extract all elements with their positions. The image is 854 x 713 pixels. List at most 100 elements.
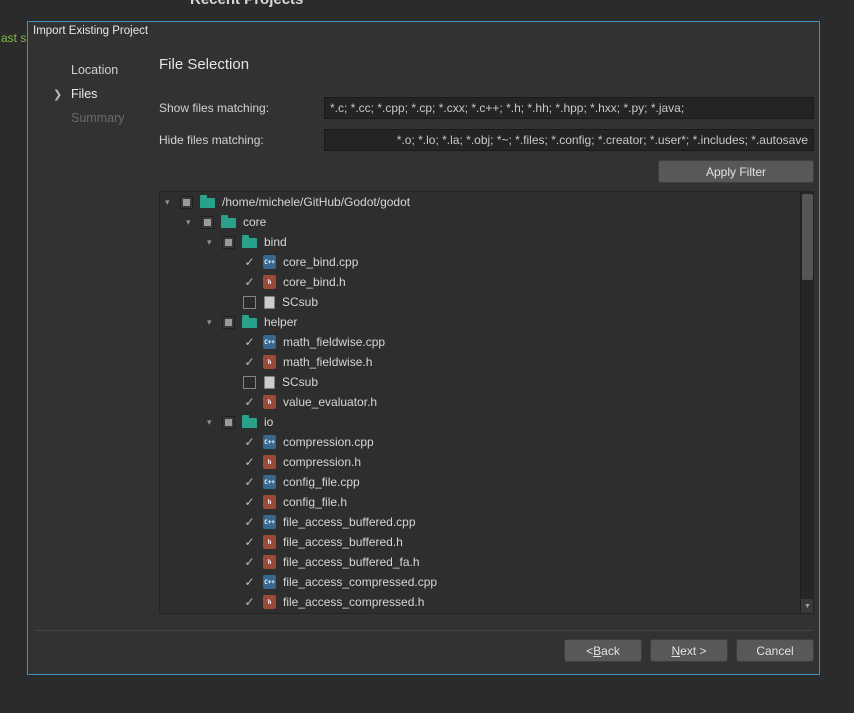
checkbox-partial[interactable] <box>201 216 214 229</box>
checkbox-unchecked[interactable] <box>243 296 256 309</box>
tree-row[interactable]: ✓ h file_access_buffered.h <box>160 532 800 552</box>
header-file-icon: h <box>263 355 276 369</box>
back-button[interactable]: < Back <box>564 639 642 662</box>
tree-item-label: core_bind.cpp <box>283 255 358 269</box>
file-icon <box>264 376 275 389</box>
checkbox-checked[interactable]: ✓ <box>243 556 256 569</box>
tree-row[interactable]: ✓C++config_file.cpp <box>160 472 800 492</box>
folder-icon <box>200 198 215 208</box>
tree-item-label: file_access_compressed.h <box>283 595 424 609</box>
checkbox-unchecked[interactable] <box>243 376 256 389</box>
tree-item-label: file_access_buffered_fa.h <box>283 555 420 569</box>
checkbox-checked[interactable]: ✓ <box>243 256 256 269</box>
expand-arrow-icon[interactable]: ▾ <box>186 217 201 228</box>
checkbox-checked[interactable]: ✓ <box>243 276 256 289</box>
button-label-part: ext > <box>680 644 706 658</box>
tree-row[interactable]: ✓hfile_access_compressed.h <box>160 592 800 612</box>
checkbox-checked[interactable]: ✓ <box>243 536 256 549</box>
dialog-titlebar[interactable]: Import Existing Project <box>28 22 819 42</box>
cpp-file-icon: C++ <box>263 255 276 269</box>
expand-arrow-icon[interactable]: ▾ <box>207 317 222 328</box>
file-icon <box>264 296 275 309</box>
scroll-down-button[interactable]: ▼ <box>801 599 814 613</box>
button-mnemonic: N <box>671 644 680 658</box>
tree-item-label: math_fieldwise.h <box>283 355 372 369</box>
show-files-input[interactable]: *.c; *.cc; *.cpp; *.cp; *.cxx; *.c++; *.… <box>324 97 814 119</box>
tree-row[interactable]: ✓C++math_fieldwise.cpp <box>160 332 800 352</box>
header-file-icon: h <box>263 555 276 569</box>
checkbox-checked[interactable]: ✓ <box>243 396 256 409</box>
cpp-file-icon: C++ <box>263 475 276 489</box>
header-file-icon: h <box>263 535 276 549</box>
desktop-background: Recent Projects ast s Import Existing Pr… <box>0 0 854 713</box>
background-session-link-text[interactable]: ast s <box>1 31 26 45</box>
tree-row[interactable]: ✓hcompression.h <box>160 452 800 472</box>
tree-item-label: SCsub <box>282 375 318 389</box>
checkbox-partial[interactable] <box>222 416 235 429</box>
checkbox-checked[interactable]: ✓ <box>243 356 256 369</box>
checkbox-partial[interactable] <box>180 196 193 209</box>
checkbox-checked[interactable]: ✓ <box>243 336 256 349</box>
header-file-icon: h <box>263 275 276 289</box>
step-label: Location <box>71 63 118 77</box>
checkbox-checked[interactable]: ✓ <box>243 436 256 449</box>
tree-item-label: compression.cpp <box>283 435 374 449</box>
tree-row[interactable]: ✓hconfig_file.h <box>160 492 800 512</box>
vertical-scrollbar[interactable]: ▼ <box>800 192 813 613</box>
tree-row[interactable]: ✓ h file_access_buffered_fa.h <box>160 552 800 572</box>
tree-row[interactable]: SCsub <box>160 292 800 312</box>
scroll-down-icon: ▼ <box>804 603 811 610</box>
tree-row[interactable]: ▾ bind <box>160 232 800 252</box>
apply-filter-button[interactable]: Apply Filter <box>658 160 814 183</box>
hide-files-label: Hide files matching: <box>159 129 264 151</box>
checkbox-checked[interactable]: ✓ <box>243 516 256 529</box>
next-button[interactable]: Next > <box>650 639 728 662</box>
tree-item-label: file_access_buffered.h <box>283 535 403 549</box>
step-location: Location <box>53 58 163 82</box>
tree-row[interactable]: ✓C++file_access_buffered.cpp <box>160 512 800 532</box>
step-files: ❯ Files <box>53 82 163 106</box>
checkbox-checked[interactable]: ✓ <box>243 456 256 469</box>
tree-item-label: core_bind.h <box>283 275 346 289</box>
tree-row[interactable]: ✓ C++ core_bind.cpp <box>160 252 800 272</box>
wizard-steps: Location ❯ Files Summary <box>53 58 163 130</box>
tree-row[interactable]: ▾/home/michele/GitHub/Godot/godot <box>160 192 800 212</box>
cpp-file-icon: C++ <box>263 515 276 529</box>
button-mnemonic: B <box>593 644 601 658</box>
tree-row[interactable]: ✓C++compression.cpp <box>160 432 800 452</box>
checkbox-checked[interactable]: ✓ <box>243 576 256 589</box>
step-summary: Summary <box>53 106 163 130</box>
checkbox-partial[interactable] <box>222 316 235 329</box>
checkbox-partial[interactable] <box>222 236 235 249</box>
header-file-icon: h <box>263 455 276 469</box>
tree-row[interactable]: ✓ h math_fieldwise.h <box>160 352 800 372</box>
tree-item-label: math_fieldwise.cpp <box>283 335 385 349</box>
tree-row[interactable]: ✓C++file_access_compressed.cpp <box>160 572 800 592</box>
tree-row[interactable]: ✓ h core_bind.h <box>160 272 800 292</box>
tree-row[interactable]: ▾io <box>160 412 800 432</box>
checkbox-checked[interactable]: ✓ <box>243 496 256 509</box>
checkbox-checked[interactable]: ✓ <box>243 476 256 489</box>
tree-item-label: helper <box>264 315 297 329</box>
expand-arrow-icon[interactable]: ▾ <box>207 417 222 428</box>
hide-files-input[interactable]: *.o; *.lo; *.la; *.obj; *~; *.files; *.c… <box>324 129 814 151</box>
button-label-part: ack <box>601 644 620 658</box>
folder-icon <box>221 218 236 228</box>
tree-item-label: bind <box>264 235 287 249</box>
tree-row[interactable]: SCsub <box>160 372 800 392</box>
tree-item-label: SCsub <box>282 295 318 309</box>
file-tree: ▾/home/michele/GitHub/Godot/godot▾core▾b… <box>159 191 814 614</box>
cancel-button[interactable]: Cancel <box>736 639 814 662</box>
tree-row[interactable]: ▾ helper <box>160 312 800 332</box>
checkbox-checked[interactable]: ✓ <box>243 596 256 609</box>
current-step-arrow-icon: ❯ <box>53 88 71 101</box>
scrollbar-thumb[interactable] <box>802 194 813 280</box>
tree-item-label: file_access_compressed.cpp <box>283 575 437 589</box>
page-title: File Selection <box>159 56 249 73</box>
expand-arrow-icon[interactable]: ▾ <box>165 197 180 208</box>
footer-separator <box>36 630 813 631</box>
tree-row[interactable]: ✓hvalue_evaluator.h <box>160 392 800 412</box>
tree-item-label: value_evaluator.h <box>283 395 377 409</box>
expand-arrow-icon[interactable]: ▾ <box>207 237 222 248</box>
tree-row[interactable]: ▾core <box>160 212 800 232</box>
